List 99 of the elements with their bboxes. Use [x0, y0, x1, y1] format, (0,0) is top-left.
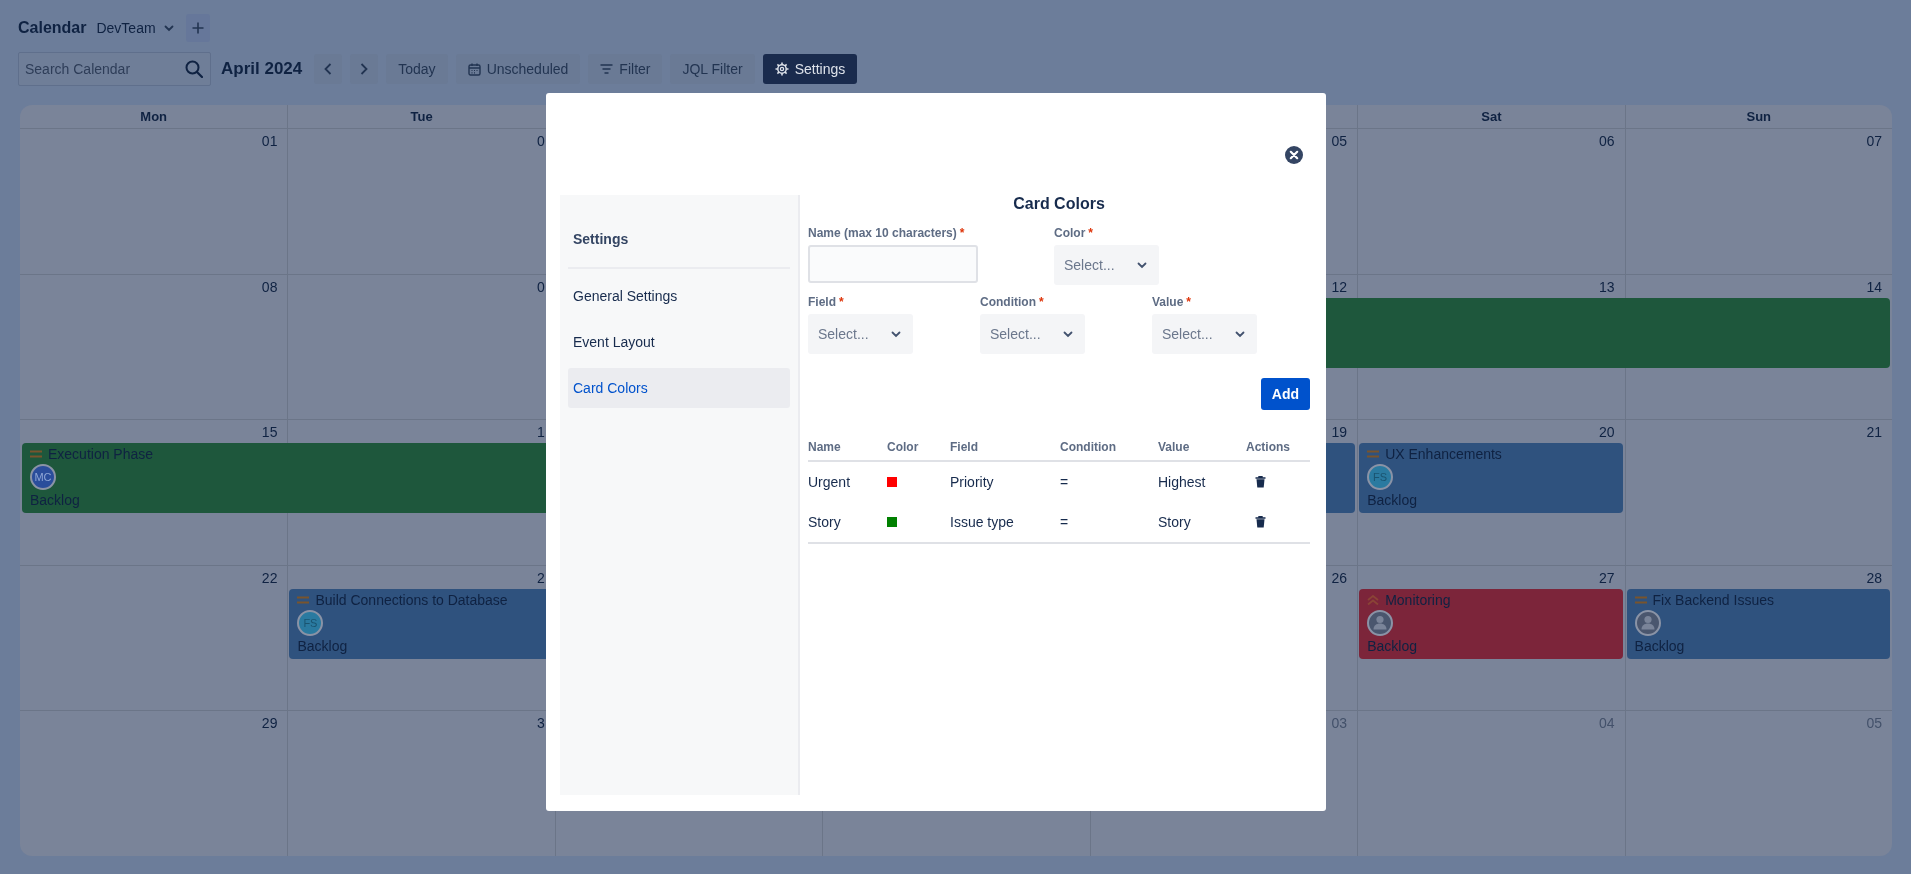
chevron-down-icon — [891, 330, 901, 338]
day-number: 0 — [537, 277, 546, 295]
toolbar-button[interactable]: Unscheduled — [455, 54, 581, 84]
day-number: 27 — [1599, 568, 1616, 586]
table-cell: Urgent — [808, 461, 887, 502]
event-status: Backlog — [297, 637, 348, 654]
table-cell: Story — [1158, 502, 1246, 543]
field-label: Condition * — [980, 295, 1044, 309]
trash-icon — [1255, 476, 1266, 488]
search-icon[interactable] — [185, 60, 203, 78]
toolbar-button[interactable]: Today — [386, 54, 448, 84]
toolbar-button[interactable]: Settings — [762, 54, 858, 84]
field-label: Name (max 10 characters) * — [808, 226, 965, 240]
day-number: 13 — [1599, 277, 1616, 295]
day-number: 21 — [1866, 423, 1883, 441]
event-status: Backlog — [1367, 492, 1417, 509]
table-cell: = — [1060, 461, 1158, 502]
table-cell: Priority — [950, 461, 1060, 502]
avatar: MC — [30, 464, 56, 491]
person-avatar-icon — [1367, 609, 1394, 636]
day-number: 26 — [1331, 568, 1349, 586]
text-input[interactable] — [808, 245, 978, 283]
close-icon[interactable] — [1285, 146, 1303, 164]
trash-icon — [1255, 516, 1266, 528]
event-title: Monitoring — [1385, 591, 1451, 608]
event-title: Fix Backend Issues — [1652, 591, 1774, 608]
chevron-down-icon — [1137, 261, 1147, 269]
app-title: Calendar — [18, 19, 87, 37]
sidebar-item[interactable]: General Settings — [568, 276, 790, 316]
panel-title: Card Colors — [1012, 195, 1106, 213]
field-label: Color * — [1054, 226, 1093, 240]
chevron-down-icon — [1063, 330, 1073, 338]
project-name[interactable]: DevTeam — [96, 20, 156, 36]
column-header: Condition — [1060, 434, 1158, 461]
day-number: 2 — [537, 568, 546, 586]
event-status: Backlog — [1367, 637, 1417, 654]
event-card[interactable]: Fix Backend Issues Backlog — [1626, 588, 1890, 659]
day-number: 3 — [537, 714, 546, 732]
priority-medium-icon — [30, 450, 42, 459]
day-number: 07 — [1866, 132, 1883, 149]
day-number: 01 — [261, 132, 279, 149]
event-title: UX Enhancements — [1385, 446, 1502, 463]
day-number: 12 — [1331, 277, 1349, 295]
sidebar-item[interactable]: Event Layout — [568, 322, 790, 362]
priority-medium-icon — [1634, 595, 1647, 604]
table-cell: Issue type — [950, 502, 1060, 543]
month-label: April 2024 — [221, 59, 303, 79]
select-dropdown[interactable]: Select... — [980, 314, 1085, 354]
day-number: 05 — [1331, 132, 1349, 149]
chevron-down-icon — [163, 24, 174, 32]
add-button[interactable] — [185, 14, 210, 42]
day-number: 0 — [537, 132, 546, 149]
previous-button[interactable] — [314, 54, 343, 84]
day-number: 15 — [261, 423, 279, 441]
day-number: 08 — [261, 277, 279, 295]
priority-medium-icon — [297, 595, 310, 604]
priority-medium-icon — [1367, 450, 1380, 459]
day-number: 1 — [537, 423, 546, 441]
column-header: Color — [887, 434, 950, 461]
search-field[interactable]: Search Calendar — [18, 52, 211, 86]
chevron-left-icon — [324, 63, 333, 75]
weekday-header: Sat — [1357, 105, 1625, 129]
column-header: Actions — [1246, 434, 1310, 461]
day-number: 28 — [1866, 568, 1883, 586]
day-number: 04 — [1599, 714, 1616, 732]
table-cell: Highest — [1158, 461, 1246, 502]
select-dropdown[interactable]: Select... — [1054, 245, 1159, 285]
calendar-icon — [467, 62, 481, 76]
next-button[interactable] — [350, 54, 379, 84]
weekday-header: Sun — [1624, 105, 1892, 129]
chevron-right-icon — [360, 63, 369, 75]
column-header: Field — [950, 434, 1060, 461]
weekday-header: Mon — [20, 105, 288, 129]
day-number: 14 — [1866, 277, 1883, 295]
day-number: 29 — [261, 714, 279, 732]
gear-icon — [774, 62, 789, 76]
sidebar-title: Settings — [568, 195, 790, 269]
day-number: 20 — [1599, 423, 1616, 441]
table-cell: = — [1060, 502, 1158, 543]
filter-icon — [600, 64, 614, 74]
toolbar-button[interactable]: JQL Filter — [670, 54, 755, 84]
column-header: Value — [1158, 434, 1246, 461]
day-number: 06 — [1599, 132, 1616, 149]
field-label: Value * — [1152, 295, 1192, 309]
day-number: 22 — [261, 568, 279, 586]
event-status: Backlog — [1634, 637, 1685, 654]
chevron-down-icon — [1235, 330, 1245, 338]
plus-icon — [191, 22, 204, 34]
event-title: Build Connections to Database — [315, 591, 508, 608]
select-dropdown[interactable]: Select... — [1152, 314, 1257, 354]
toolbar-button[interactable]: Filter — [588, 54, 663, 84]
column-header: Name — [808, 434, 887, 461]
person-avatar-icon — [1634, 609, 1661, 636]
add-button[interactable]: Add — [1260, 378, 1310, 410]
field-label: Field * — [808, 295, 844, 309]
sidebar-item[interactable]: Card Colors — [568, 368, 790, 408]
day-number: 19 — [1331, 423, 1349, 441]
priority-high-icon — [1367, 594, 1380, 605]
select-dropdown[interactable]: Select... — [808, 314, 913, 354]
